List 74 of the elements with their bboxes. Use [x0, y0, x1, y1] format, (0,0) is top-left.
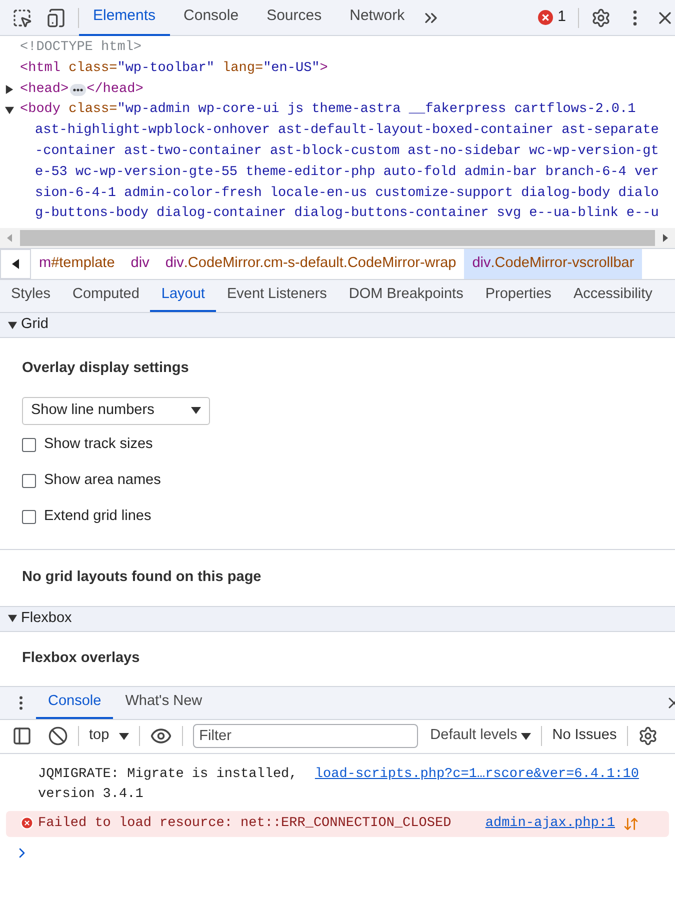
- console-settings-icon[interactable]: [638, 726, 658, 746]
- inspect-element-icon[interactable]: [12, 8, 32, 28]
- sidebar-tab[interactable]: Computed: [62, 280, 150, 312]
- expanded-triangle-icon[interactable]: [5, 106, 14, 116]
- panel-tab[interactable]: Network: [336, 0, 419, 36]
- checkbox-label: Extend grid lines: [44, 506, 152, 526]
- code-text: ast-highlight-wpblock-onhover ast-default-layout-boxed-container ast-separate: [35, 122, 659, 140]
- sidebar-tab[interactable]: Accessibility: [562, 280, 664, 312]
- caret-left-icon: [12, 259, 19, 269]
- error-icon: [538, 10, 553, 25]
- code-text: <html: [20, 60, 61, 78]
- code-text: "wp-admin wp-core-ui js theme-astra __fakerpress cartflows-2.0.1: [117, 101, 636, 120]
- error-icon: [20, 816, 34, 830]
- filter-field[interactable]: Filter: [193, 724, 418, 748]
- breadcrumb-item[interactable]: div.CodeMirror.cm-s-default.CodeMirror-wrap: [157, 249, 464, 279]
- panel-tab[interactable]: Elements: [79, 0, 170, 36]
- network-request-icon[interactable]: [623, 816, 639, 832]
- breadcrumb-item[interactable]: div: [122, 249, 158, 279]
- dropdown-caret-icon: [521, 732, 532, 740]
- breadcrumb-item[interactable]: div.CodeMirror-vscrollbar: [464, 249, 642, 279]
- panel-tab[interactable]: Sources: [252, 0, 336, 36]
- checkbox[interactable]: [22, 438, 36, 452]
- drawer-tab[interactable]: What's New: [113, 686, 214, 719]
- code-text: <!DOCTYPE html>: [20, 39, 142, 57]
- context-select[interactable]: top: [89, 725, 130, 748]
- code-text: <head>: [20, 80, 69, 99]
- checkbox[interactable]: [22, 510, 36, 524]
- code-text: class=: [68, 101, 118, 120]
- issues-counter[interactable]: No Issues: [552, 725, 617, 748]
- panel-tab[interactable]: Console: [170, 0, 253, 36]
- dropdown-caret-icon: [191, 407, 201, 414]
- checkbox-label: Show track sizes: [44, 434, 153, 454]
- console-message: Failed to load resource: net::ERR_CONNECTION_CLOSED: [38, 814, 452, 833]
- code-text: lang=: [222, 60, 264, 78]
- section-header[interactable]: Grid: [0, 313, 675, 338]
- ellipsis-button[interactable]: [70, 84, 86, 96]
- drawer-tab[interactable]: Console: [36, 686, 114, 719]
- section-header[interactable]: Flexbox: [0, 606, 675, 632]
- scroll-left-button[interactable]: [0, 249, 31, 279]
- breadcrumb-item[interactable]: m#template: [31, 249, 123, 279]
- overlays-heading: Flexbox overlays: [22, 648, 140, 668]
- checkbox-label: Show area names: [44, 470, 161, 490]
- code-text: "en-US": [263, 60, 320, 78]
- collapsed-triangle-icon[interactable]: [5, 85, 14, 94]
- source-link[interactable]: admin-ajax.php:1: [485, 814, 615, 834]
- section-toggle-icon[interactable]: [8, 320, 17, 330]
- settings-icon[interactable]: [591, 8, 611, 28]
- device-toolbar-icon[interactable]: [46, 8, 66, 28]
- source-link[interactable]: load-scripts.php?c=1…rscore&ver=6.4.1:10: [314, 764, 639, 785]
- console-message: JQMIGRATE: Migrate is installed, version 3.4.1: [38, 766, 298, 804]
- code-text: e-53 wc-wp-version-gte-55 theme-editor-php auto-fold admin-bar branch-6-4 ver: [35, 164, 659, 182]
- code-text: </head>: [86, 80, 144, 99]
- code-text: >: [320, 60, 328, 78]
- code-text: <body: [20, 101, 61, 120]
- horizontal-scrollbar[interactable]: [0, 228, 675, 248]
- checkbox[interactable]: [22, 474, 36, 488]
- overlay-select[interactable]: Show line numbers: [22, 396, 210, 425]
- code-text: sion-6-4-1 admin-color-fresh locale-en-us customize-support dialog-body dialo: [35, 184, 659, 203]
- sidebar-tab[interactable]: DOM Breakpoints: [338, 280, 474, 312]
- code-text: g-buttons-body dialog-container dialog-buttons-container svg e--ua-blink e--u: [35, 205, 659, 224]
- sidebar-tab[interactable]: Event Listeners: [216, 280, 338, 312]
- empty-message: No grid layouts found on this page: [22, 568, 262, 587]
- dropdown-caret-icon: [119, 732, 130, 740]
- code-text: "wp-toolbar": [117, 60, 214, 78]
- section-toggle-icon[interactable]: [8, 614, 17, 624]
- sidebar-toggle-icon[interactable]: [12, 726, 32, 746]
- clear-console-icon[interactable]: [48, 726, 68, 746]
- levels-select[interactable]: Default levels: [430, 725, 532, 748]
- sidebar-tab[interactable]: Styles: [0, 280, 62, 312]
- settings-heading: Overlay display settings: [22, 359, 190, 378]
- code-text: -container ast-two-container ast-block-custom ast-no-sidebar wc-wp-version-gt: [35, 142, 659, 161]
- code-text: class=: [68, 60, 118, 78]
- sidebar-tab[interactable]: Properties: [474, 280, 562, 312]
- error-counter[interactable]: 1: [538, 6, 566, 29]
